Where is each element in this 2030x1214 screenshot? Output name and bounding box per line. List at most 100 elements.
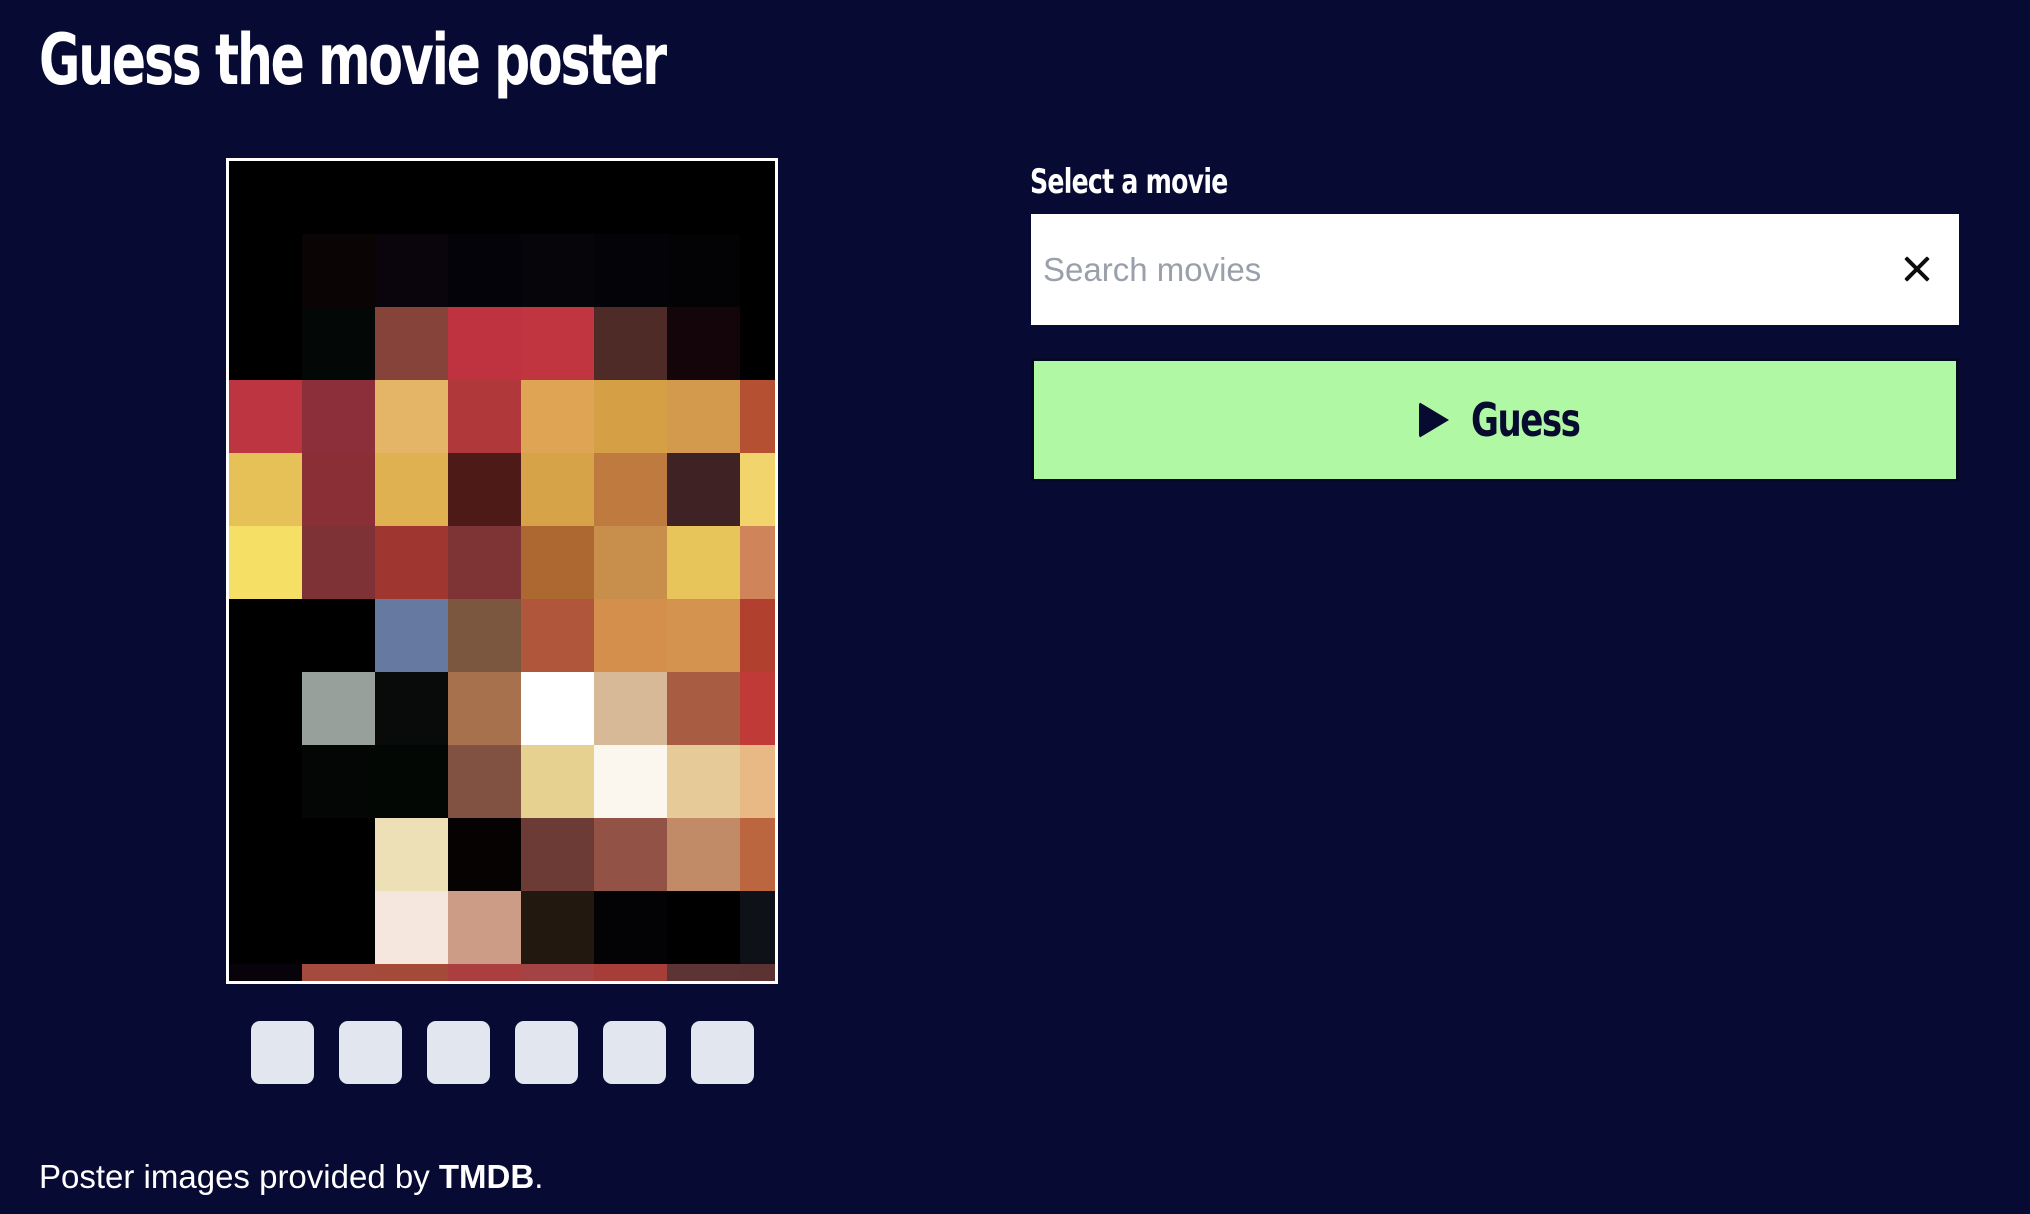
poster-pixel xyxy=(521,307,594,380)
poster-pixel xyxy=(740,453,775,526)
poster-pixel xyxy=(521,526,594,599)
attempt-indicator xyxy=(691,1021,754,1084)
footer-credit-text: Poster images provided by xyxy=(39,1158,439,1195)
poster-pixel xyxy=(302,380,375,453)
poster-pixel xyxy=(229,818,302,891)
poster-pixel xyxy=(521,453,594,526)
attempt-indicator xyxy=(339,1021,402,1084)
poster-pixel xyxy=(740,672,775,745)
poster-pixel xyxy=(302,891,375,964)
poster-pixel xyxy=(302,161,375,234)
poster-pixel xyxy=(740,307,775,380)
poster-pixel xyxy=(375,161,448,234)
poster-pixel xyxy=(375,599,448,672)
poster-pixel xyxy=(521,161,594,234)
poster-pixel xyxy=(375,526,448,599)
poster-pixel xyxy=(229,161,302,234)
poster-pixel xyxy=(448,453,521,526)
poster-pixel xyxy=(521,964,594,981)
poster-pixel xyxy=(667,380,740,453)
poster-pixel xyxy=(229,380,302,453)
poster-pixel xyxy=(375,891,448,964)
footer-credit-period: . xyxy=(534,1158,544,1195)
attempt-indicator xyxy=(251,1021,314,1084)
poster-pixel xyxy=(521,818,594,891)
attempt-indicator xyxy=(515,1021,578,1084)
poster-pixel xyxy=(521,599,594,672)
poster-pixel xyxy=(229,891,302,964)
poster-pixel xyxy=(594,380,667,453)
poster-pixel xyxy=(740,526,775,599)
tmdb-link[interactable]: TMDB xyxy=(439,1158,534,1195)
poster-pixel xyxy=(667,891,740,964)
poster-pixel xyxy=(229,453,302,526)
poster-pixel xyxy=(448,380,521,453)
poster-pixel xyxy=(302,745,375,818)
poster-pixel xyxy=(594,234,667,307)
poster-pixel xyxy=(667,964,740,981)
search-input[interactable] xyxy=(1043,214,1903,325)
search-box[interactable] xyxy=(1031,214,1959,325)
poster-pixel xyxy=(740,818,775,891)
poster-pixel xyxy=(302,307,375,380)
poster-pixel xyxy=(594,599,667,672)
poster-pixel xyxy=(375,964,448,981)
poster-pixel xyxy=(667,453,740,526)
poster-pixel xyxy=(229,307,302,380)
poster-pixel xyxy=(448,161,521,234)
poster-pixel xyxy=(375,745,448,818)
poster-pixel xyxy=(229,745,302,818)
poster-pixel xyxy=(740,161,775,234)
poster-pixel xyxy=(448,891,521,964)
poster-pixel xyxy=(740,891,775,964)
poster-pixel xyxy=(302,599,375,672)
poster-pixel xyxy=(740,599,775,672)
guess-button[interactable]: Guess xyxy=(1031,358,1959,482)
poster-pixel xyxy=(375,818,448,891)
poster-pixel xyxy=(667,234,740,307)
poster-pixel xyxy=(667,818,740,891)
poster-pixel xyxy=(594,526,667,599)
poster-pixel xyxy=(594,964,667,981)
poster-pixel xyxy=(594,818,667,891)
poster-pixel xyxy=(521,234,594,307)
poster-pixel xyxy=(740,234,775,307)
poster-pixel xyxy=(740,380,775,453)
poster-pixel xyxy=(302,526,375,599)
poster-pixel xyxy=(521,672,594,745)
close-icon[interactable] xyxy=(1897,249,1937,289)
poster-pixel xyxy=(594,672,667,745)
poster-pixel xyxy=(302,453,375,526)
poster-pixel xyxy=(740,745,775,818)
poster-pixel xyxy=(229,234,302,307)
poster-pixel xyxy=(594,745,667,818)
poster-pixel xyxy=(375,234,448,307)
poster-pixel xyxy=(375,307,448,380)
poster-pixel xyxy=(667,599,740,672)
poster-pixel xyxy=(594,453,667,526)
poster-pixel xyxy=(667,745,740,818)
poster-pixel xyxy=(448,599,521,672)
attempt-indicator xyxy=(427,1021,490,1084)
poster-pixel xyxy=(521,891,594,964)
pixelated-poster xyxy=(229,161,775,981)
poster-pixel xyxy=(448,672,521,745)
poster-pixel xyxy=(667,161,740,234)
poster-pixel xyxy=(448,526,521,599)
poster-pixel xyxy=(594,891,667,964)
play-icon xyxy=(1419,402,1449,438)
poster-pixel xyxy=(667,526,740,599)
poster-pixel xyxy=(594,307,667,380)
poster-pixel xyxy=(448,307,521,380)
poster-pixel xyxy=(448,234,521,307)
page-title: Guess the movie poster xyxy=(39,19,667,101)
poster-pixel xyxy=(740,964,775,981)
footer-credit: Poster images provided by TMDB. xyxy=(39,1155,543,1199)
poster-pixel xyxy=(667,672,740,745)
poster-pixel xyxy=(302,672,375,745)
poster-pixel xyxy=(594,161,667,234)
poster-pixel xyxy=(302,234,375,307)
poster-pixel xyxy=(448,964,521,981)
poster-pixel xyxy=(667,307,740,380)
poster-pixel xyxy=(229,599,302,672)
